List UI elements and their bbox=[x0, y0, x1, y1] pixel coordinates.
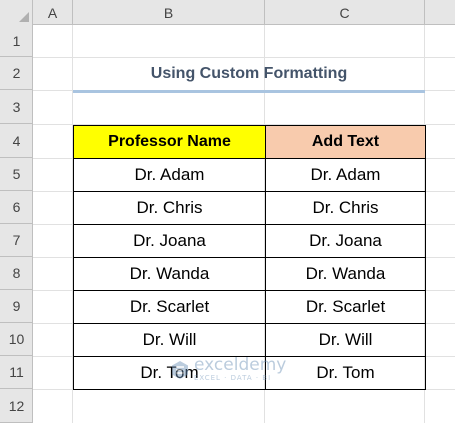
table-row: Dr. Chris Dr. Chris bbox=[73, 191, 426, 225]
row-header-2[interactable]: 2 bbox=[0, 57, 33, 90]
cell-professor-name[interactable]: Dr. Adam bbox=[73, 158, 266, 192]
cell-add-text[interactable]: Dr. Will bbox=[265, 323, 426, 357]
table-row: Dr. Joana Dr. Joana bbox=[73, 224, 426, 258]
row-header-7[interactable]: 7 bbox=[0, 224, 33, 257]
title-underline bbox=[73, 90, 425, 93]
cell-add-text[interactable]: Dr. Wanda bbox=[265, 257, 426, 291]
column-header-row: A B C bbox=[0, 0, 455, 25]
row-header-8[interactable]: 8 bbox=[0, 257, 33, 290]
sheet-title[interactable]: Using Custom Formatting bbox=[73, 58, 425, 90]
column-header-b[interactable]: B bbox=[73, 0, 265, 25]
cell-professor-name[interactable]: Dr. Will bbox=[73, 323, 266, 357]
table-row: Dr. Wanda Dr. Wanda bbox=[73, 257, 426, 291]
table-header-row: Professor Name Add Text bbox=[73, 125, 426, 159]
table-row: Dr. Adam Dr. Adam bbox=[73, 158, 426, 192]
row-header-5[interactable]: 5 bbox=[0, 158, 33, 191]
cell-add-text[interactable]: Dr. Joana bbox=[265, 224, 426, 258]
spreadsheet: A B C 1 2 3 4 5 6 7 8 9 10 11 12 Using C… bbox=[0, 0, 455, 423]
header-add-text[interactable]: Add Text bbox=[265, 125, 426, 159]
select-all-corner[interactable] bbox=[0, 0, 33, 25]
cell-professor-name[interactable]: Dr. Tom bbox=[73, 356, 266, 390]
cell-professor-name[interactable]: Dr. Joana bbox=[73, 224, 266, 258]
header-professor-name[interactable]: Professor Name bbox=[73, 125, 266, 159]
table-row: Dr. Scarlet Dr. Scarlet bbox=[73, 290, 426, 324]
row-header-12[interactable]: 12 bbox=[0, 389, 33, 423]
cell-professor-name[interactable]: Dr. Chris bbox=[73, 191, 266, 225]
table-row: Dr. Tom Dr. Tom bbox=[73, 356, 426, 390]
row-header-9[interactable]: 9 bbox=[0, 290, 33, 323]
cell-add-text[interactable]: Dr. Tom bbox=[265, 356, 426, 390]
row-header-11[interactable]: 11 bbox=[0, 356, 33, 389]
row-header-1[interactable]: 1 bbox=[0, 25, 33, 57]
cell-add-text[interactable]: Dr. Scarlet bbox=[265, 290, 426, 324]
row-header-10[interactable]: 10 bbox=[0, 323, 33, 356]
cell-professor-name[interactable]: Dr. Wanda bbox=[73, 257, 266, 291]
cell-professor-name[interactable]: Dr. Scarlet bbox=[73, 290, 266, 324]
cell-add-text[interactable]: Dr. Chris bbox=[265, 191, 426, 225]
row-header-3[interactable]: 3 bbox=[0, 90, 33, 124]
column-header-c[interactable]: C bbox=[265, 0, 425, 25]
row-header-6[interactable]: 6 bbox=[0, 191, 33, 224]
row-header-column: 1 2 3 4 5 6 7 8 9 10 11 12 bbox=[0, 25, 33, 423]
column-header-a[interactable]: A bbox=[33, 0, 73, 25]
data-table: Professor Name Add Text Dr. Adam Dr. Ada… bbox=[73, 125, 426, 390]
row-header-4[interactable]: 4 bbox=[0, 124, 33, 158]
select-all-icon bbox=[19, 12, 29, 22]
table-row: Dr. Will Dr. Will bbox=[73, 323, 426, 357]
cell-add-text[interactable]: Dr. Adam bbox=[265, 158, 426, 192]
